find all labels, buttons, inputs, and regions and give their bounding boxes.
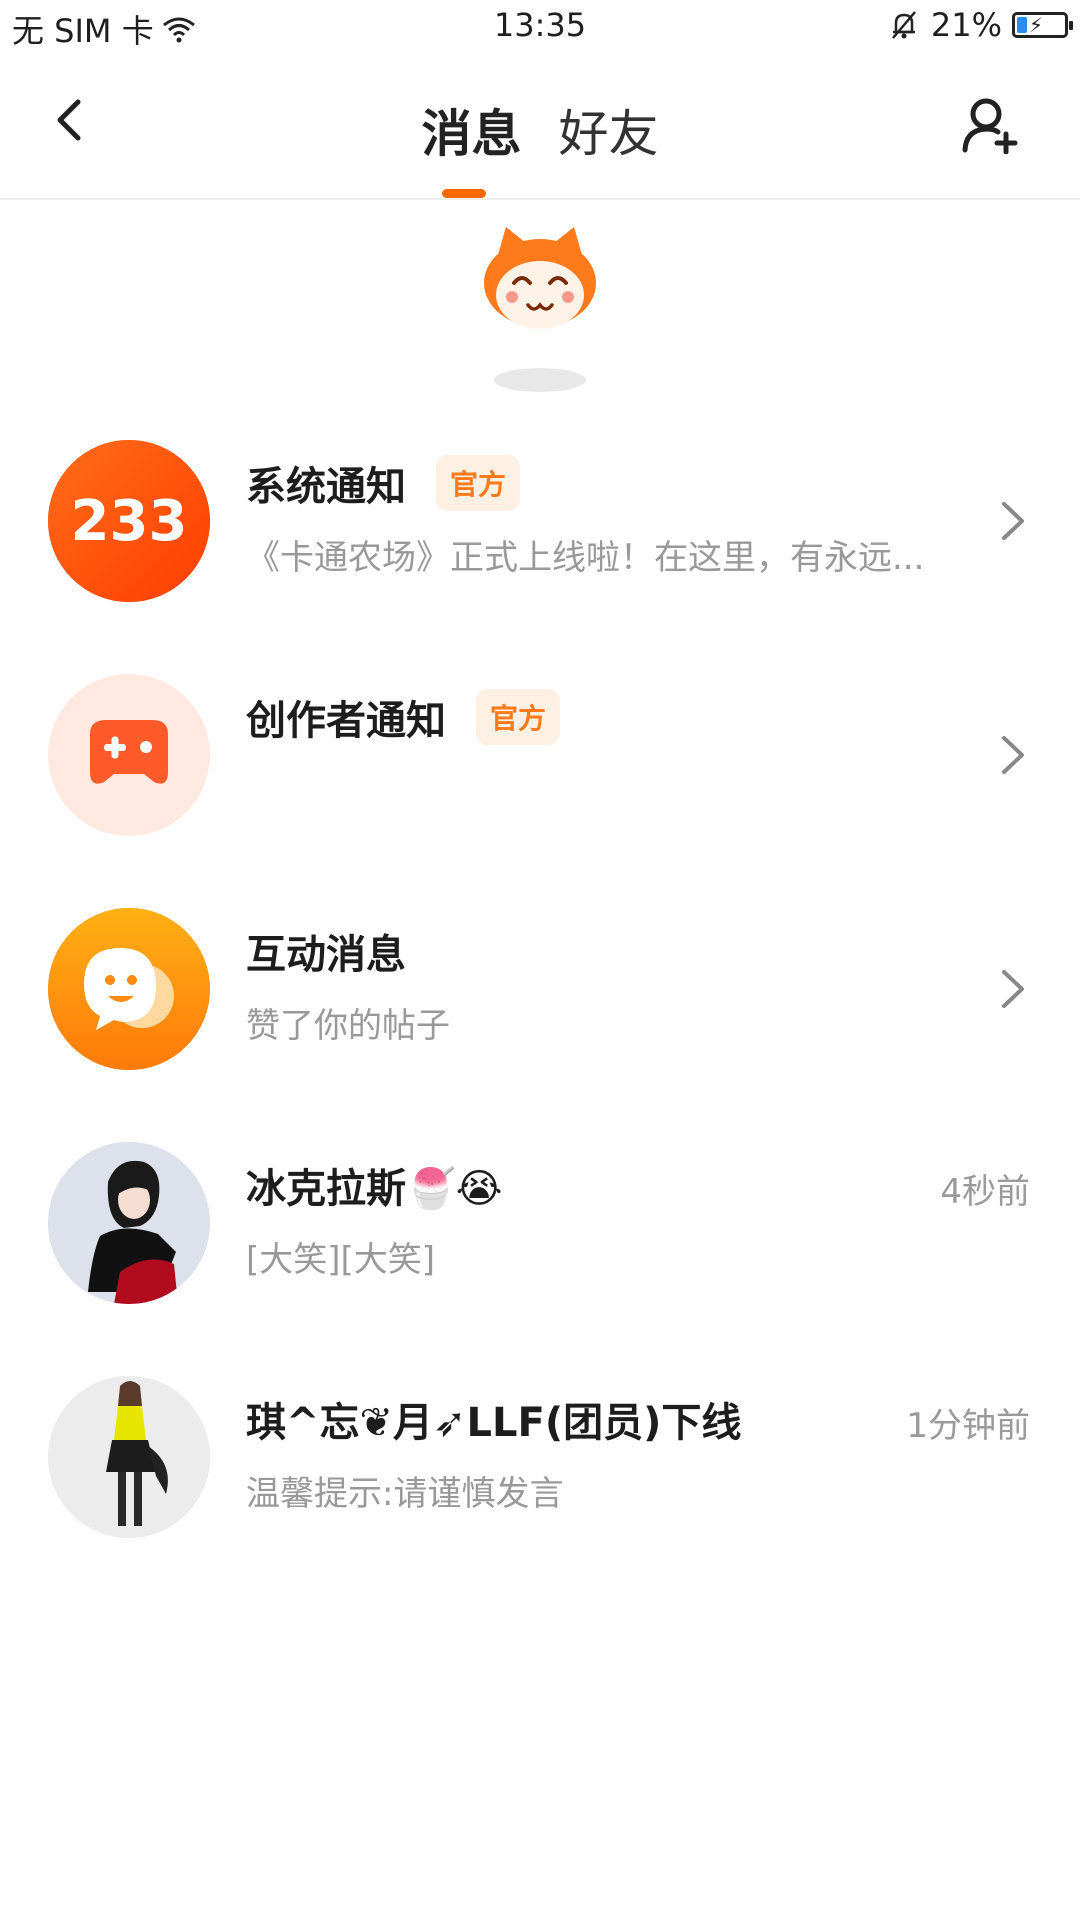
item-title: 创作者通知 (246, 698, 446, 744)
message-list: 233 系统通知 官方 《卡通农场》正式上线啦！在这里，有永远... 创作者通知… (0, 440, 1080, 1610)
app-logo-233-icon: 233 (48, 440, 210, 602)
add-friend-icon[interactable] (960, 94, 1020, 154)
character-avatar-icon (48, 1376, 210, 1538)
avatar-233-text: 233 (71, 489, 188, 554)
list-item-system-notice[interactable]: 233 系统通知 官方 《卡通农场》正式上线啦！在这里，有永远... (0, 440, 1080, 674)
list-item-interactions[interactable]: 互动消息 赞了你的帖子 (0, 908, 1080, 1142)
item-title: 互动消息 (246, 932, 406, 978)
list-item-chat[interactable]: 冰克拉斯🍧😭 4秒前 [大笑][大笑] (0, 1142, 1080, 1376)
message-time: 4秒前 (940, 1172, 1030, 1212)
anime-girl-avatar-icon (48, 1142, 210, 1304)
item-subtitle: 《卡通农场》正式上线啦！在这里，有永远... (246, 538, 925, 578)
message-preview: 温馨提示:请谨慎发言 (246, 1474, 564, 1514)
tab-messages[interactable]: 消息 (421, 94, 521, 166)
title-row: 互动消息 (246, 922, 406, 980)
top-nav: 消息 好友 (0, 72, 1080, 200)
charging-bolt-icon: ⚡ (1029, 13, 1044, 37)
user-name: 琪^忘❦月➶LLF(团员)下线 (246, 1400, 742, 1446)
mascot-icon (484, 227, 596, 329)
item-subtitle: 赞了你的帖子 (246, 1006, 450, 1046)
mascot-shadow (494, 368, 586, 392)
status-right: 21% ⚡ (887, 6, 1073, 44)
mute-bell-icon (891, 11, 916, 39)
item-title: 系统通知 (246, 464, 406, 510)
title-row: 冰克拉斯🍧😭 (246, 1156, 503, 1214)
interaction-avatar (48, 908, 210, 1070)
chevron-right-icon (1002, 970, 1024, 1008)
list-item-chat[interactable]: 琪^忘❦月➶LLF(团员)下线 1分钟前 温馨提示:请谨慎发言 (0, 1376, 1080, 1610)
chevron-right-icon (1002, 502, 1024, 540)
title-row: 系统通知 官方 (246, 454, 521, 512)
user-avatar (48, 1142, 210, 1304)
battery-level (1017, 17, 1027, 33)
list-item-creator-notice[interactable]: 创作者通知 官方 (0, 674, 1080, 908)
chevron-right-icon (1002, 736, 1024, 774)
active-tab-indicator (442, 189, 486, 198)
user-avatar (48, 1376, 210, 1538)
chat-bubble-icon (48, 908, 210, 1070)
message-preview: [大笑][大笑] (246, 1240, 436, 1280)
status-bar: 无 SIM 卡 13:35 21% ⚡ (0, 0, 1080, 56)
gamepad-icon (90, 720, 168, 784)
title-row: 琪^忘❦月➶LLF(团员)下线 (246, 1390, 741, 1448)
tab-bar: 消息 好友 (0, 94, 1080, 166)
title-row: 创作者通知 官方 (246, 688, 561, 746)
tab-friends[interactable]: 好友 (559, 94, 659, 166)
battery-percent: 21% (930, 6, 1002, 44)
creator-notice-avatar (48, 674, 210, 836)
battery-icon: ⚡ (1012, 12, 1073, 38)
message-time: 1分钟前 (906, 1406, 1030, 1446)
user-name: 冰克拉斯🍧😭 (246, 1166, 503, 1212)
official-badge: 官方 (476, 689, 561, 745)
official-badge: 官方 (436, 455, 521, 511)
system-notice-avatar: 233 (48, 440, 210, 602)
